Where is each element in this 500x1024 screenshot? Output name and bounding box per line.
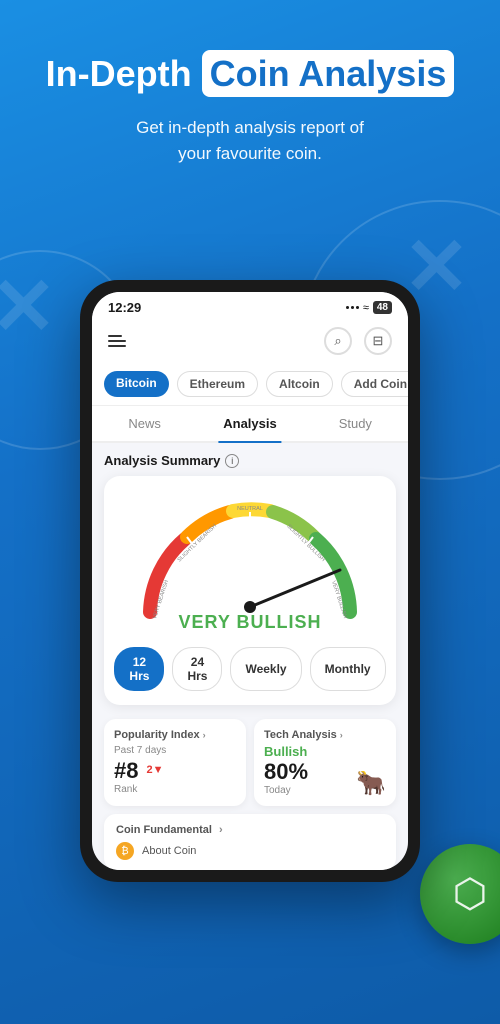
- title-highlight: Coin Analysis: [202, 50, 455, 97]
- signal-dots: [346, 306, 359, 309]
- fundamental-section: Coin Fundamental › ₿ About Coin: [104, 814, 396, 870]
- svg-text:NEUTRAL: NEUTRAL: [237, 506, 263, 512]
- coin-tab-bitcoin[interactable]: Bitcoin: [104, 371, 169, 397]
- bookmark-button[interactable]: ⊟: [364, 327, 392, 355]
- fundamental-title: Coin Fundamental ›: [116, 824, 384, 836]
- app-header: ⌕ ⊟: [92, 319, 408, 363]
- time-btn-monthly[interactable]: Monthly: [310, 647, 386, 691]
- time-btn-24hrs[interactable]: 24 Hrs: [172, 647, 222, 691]
- tech-analysis-title: Tech Analysis ›: [264, 729, 386, 741]
- rank-change: 2 ▼: [146, 764, 163, 776]
- rank-label: Rank: [114, 784, 236, 795]
- tab-analysis[interactable]: Analysis: [197, 406, 302, 441]
- search-button[interactable]: ⌕: [324, 327, 352, 355]
- phone-screen: 12:29 ≈ 48: [92, 292, 408, 870]
- wifi-icon: ≈: [363, 302, 369, 314]
- nav-tabs: News Analysis Study: [92, 406, 408, 443]
- chevron-icon-tech: ›: [340, 730, 343, 740]
- header-action-icons: ⌕ ⊟: [324, 327, 392, 355]
- time-buttons: 12 Hrs 24 Hrs Weekly Monthly: [116, 647, 384, 691]
- header-section: In-Depth Coin Analysis Get in-depth anal…: [0, 0, 500, 186]
- rank-value: #8: [114, 758, 138, 784]
- bg-x-1: ✕: [0, 260, 57, 353]
- popularity-subtitle: Past 7 days: [114, 745, 236, 756]
- tab-news[interactable]: News: [92, 406, 197, 441]
- chevron-fund-icon: ›: [219, 824, 223, 836]
- popularity-title: Popularity Index ›: [114, 729, 236, 741]
- gauge-container: VERY BEARISH SLIGHTLY BEARISH NEUTRAL SL…: [130, 492, 370, 622]
- bottom-cards: Popularity Index › Past 7 days #8 2 ▼ Ra…: [92, 719, 408, 814]
- info-icon[interactable]: i: [225, 454, 239, 468]
- header-subtitle: Get in-depth analysis report ofyour favo…: [30, 115, 470, 166]
- analysis-section: Analysis Summary i: [92, 443, 408, 719]
- bitcoin-dot: ₿: [116, 842, 134, 860]
- down-arrow-icon: ▼: [153, 764, 164, 776]
- chevron-icon: ›: [203, 730, 206, 740]
- analysis-title: Analysis Summary i: [104, 453, 396, 468]
- status-icons: ≈ 48: [346, 301, 392, 314]
- bull-icon: 🐂: [356, 769, 386, 798]
- tech-analysis-card: Tech Analysis › Bullish 80% Today 🐂: [254, 719, 396, 806]
- coin-tabs: Bitcoin Ethereum Altcoin Add Coin +: [92, 363, 408, 406]
- menu-button[interactable]: [108, 335, 126, 347]
- coin-tab-altcoin[interactable]: Altcoin: [266, 371, 333, 397]
- bullish-label: Bullish: [264, 744, 386, 759]
- gauge-svg: VERY BEARISH SLIGHTLY BEARISH NEUTRAL SL…: [130, 492, 370, 622]
- search-icon: ⌕: [334, 333, 341, 349]
- fund-item: About Coin: [142, 845, 196, 857]
- phone-body: 12:29 ≈ 48: [80, 280, 420, 882]
- gauge-card: VERY BEARISH SLIGHTLY BEARISH NEUTRAL SL…: [104, 476, 396, 705]
- coin-tab-add[interactable]: Add Coin +: [341, 371, 408, 397]
- fund-row: ₿ About Coin: [116, 842, 384, 860]
- status-time: 12:29: [108, 300, 141, 315]
- time-btn-12hrs[interactable]: 12 Hrs: [114, 647, 164, 691]
- coin-symbol: ⬡: [453, 871, 488, 917]
- popularity-card: Popularity Index › Past 7 days #8 2 ▼ Ra…: [104, 719, 246, 806]
- title-part1: In-Depth: [46, 53, 192, 94]
- tab-study[interactable]: Study: [303, 406, 408, 441]
- coin-tab-ethereum[interactable]: Ethereum: [177, 371, 258, 397]
- bookmark-icon: ⊟: [373, 333, 384, 349]
- decorative-coin: ⬡: [420, 844, 500, 944]
- header-title: In-Depth Coin Analysis: [30, 50, 470, 97]
- time-btn-weekly[interactable]: Weekly: [230, 647, 301, 691]
- rank-row: #8 2 ▼: [114, 756, 236, 784]
- phone-mockup: 12:29 ≈ 48: [80, 280, 420, 882]
- battery-icon: 48: [373, 301, 392, 314]
- status-bar: 12:29 ≈ 48: [92, 292, 408, 319]
